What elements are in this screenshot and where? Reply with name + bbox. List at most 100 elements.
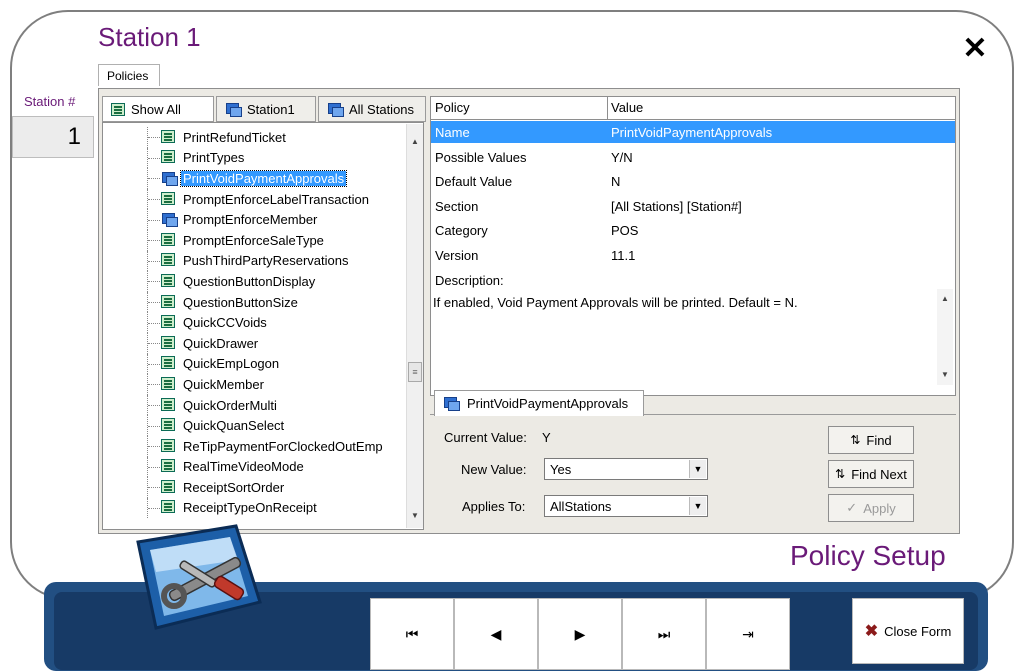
row-key: Possible Values <box>435 150 527 165</box>
previous-record-button[interactable]: ◀ <box>454 598 538 670</box>
apply-button[interactable]: ✓ Apply <box>828 494 914 522</box>
scroll-thumb[interactable]: ≡ <box>408 362 422 382</box>
tree-item[interactable]: QuickDrawer <box>103 332 403 354</box>
row-value: [All Stations] [Station#] <box>611 199 742 214</box>
policy-tree[interactable]: PrintRefundTicket PrintTypes PrintVoidPa… <box>102 122 424 530</box>
tree-item-label: QuestionButtonSize <box>183 294 298 310</box>
tree-item[interactable]: PrintTypes <box>103 147 403 169</box>
stations-icon <box>443 396 460 411</box>
policy-icon <box>161 459 175 473</box>
tree-item[interactable]: QuickEmpLogon <box>103 353 403 375</box>
policy-icon <box>161 253 175 267</box>
next-icon: ▶ <box>574 625 586 642</box>
last-record-button[interactable]: ⏭ <box>622 598 706 670</box>
tree-item-selected[interactable]: PrintVoidPaymentApprovals <box>103 168 403 189</box>
tree-item-label: PromptEnforceSaleType <box>183 232 324 248</box>
table-row[interactable]: Category POS <box>431 219 955 241</box>
tree-item[interactable]: QuestionButtonDisplay <box>103 271 403 292</box>
tree-item[interactable]: QuestionButtonSize <box>103 291 403 313</box>
applies-to-label: Applies To: <box>462 499 526 514</box>
tree-item[interactable]: PromptEnforceSaleType <box>103 229 403 251</box>
table-header: Policy Value <box>431 97 955 120</box>
current-value: Y <box>542 430 551 445</box>
row-key: Name <box>435 125 470 140</box>
chevron-down-icon[interactable]: ▼ <box>689 497 706 515</box>
tree-item-label: RealTimeVideoMode <box>183 459 304 475</box>
tab-station1-label: Station1 <box>247 101 295 117</box>
tree-item[interactable]: QuickCCVoids <box>103 312 403 333</box>
tree-item[interactable]: PrintRefundTicket <box>103 127 403 148</box>
table-row[interactable]: Section [All Stations] [Station#] <box>431 195 955 217</box>
last-icon: ⏭ <box>657 625 671 642</box>
scroll-up-icon[interactable]: ▲ <box>407 134 423 150</box>
station-number: 1 <box>12 116 94 158</box>
tree-item-label: QuickQuanSelect <box>183 418 285 434</box>
table-row[interactable]: Possible Values Y/N <box>431 146 955 168</box>
column-header-value[interactable]: Value <box>611 100 643 115</box>
tree-items: PrintRefundTicket PrintTypes PrintVoidPa… <box>103 127 403 519</box>
policy-icon <box>161 479 175 493</box>
tree-item-label: PrintRefundTicket <box>183 129 286 145</box>
tree-item-label: PushThirdPartyReservations <box>183 253 349 269</box>
row-value: POS <box>611 223 639 238</box>
tools-logo-icon <box>136 524 262 630</box>
row-value: N <box>611 174 621 189</box>
find-next-button-label: Find Next <box>851 466 907 482</box>
applies-to-selected: AllStations <box>550 499 612 514</box>
close-icon[interactable]: ✕ <box>958 34 992 64</box>
applies-to-select[interactable]: AllStations ▼ <box>544 495 708 517</box>
table-row[interactable]: Name PrintVoidPaymentApprovals <box>431 121 955 143</box>
scroll-down-icon[interactable]: ▼ <box>937 367 953 383</box>
tree-item[interactable]: QuickQuanSelect <box>103 415 403 436</box>
station-number-label: Station # <box>24 94 76 109</box>
tree-item-label: QuickOrderMulti <box>183 397 277 413</box>
tree-scrollbar[interactable]: ▲ ≡ ▼ <box>406 124 423 528</box>
tab-policy-editor[interactable]: PrintVoidPaymentApprovals <box>434 390 644 416</box>
tree-item[interactable]: ReceiptSortOrder <box>103 477 403 498</box>
first-record-button[interactable]: ⏮ <box>370 598 454 670</box>
tab-policies[interactable]: Policies <box>98 64 160 86</box>
new-value-select[interactable]: Yes ▼ <box>544 458 708 480</box>
tab-station1[interactable]: Station1 <box>216 96 316 122</box>
policy-icon <box>161 150 175 164</box>
tab-all-stations[interactable]: All Stations <box>318 96 426 122</box>
tree-item[interactable]: ReTipPaymentForClockedOutEmp <box>103 435 403 457</box>
tree-item[interactable]: QuickOrderMulti <box>103 394 403 416</box>
policy-icon <box>161 294 175 308</box>
next-record-button[interactable]: ▶ <box>538 598 622 670</box>
stations-icon <box>161 212 178 228</box>
tab-end-button[interactable]: ⇥ <box>706 598 790 670</box>
description-scrollbar[interactable]: ▲ ▼ <box>937 289 953 385</box>
policy-icon <box>161 315 175 329</box>
scroll-down-icon[interactable]: ▼ <box>407 508 423 524</box>
find-button[interactable]: ⇅ Find <box>828 426 914 454</box>
chevron-down-icon[interactable]: ▼ <box>689 460 706 478</box>
description-text: If enabled, Void Payment Approvals will … <box>433 295 798 310</box>
tree-item[interactable]: PromptEnforceLabelTransaction <box>103 188 403 210</box>
stations-icon <box>327 102 344 117</box>
tree-item[interactable]: PushThirdPartyReservations <box>103 250 403 272</box>
close-form-button[interactable]: ✖ Close Form <box>852 598 964 664</box>
tree-item[interactable]: ReceiptTypeOnReceipt <box>103 497 403 519</box>
new-value-selected: Yes <box>550 462 572 477</box>
tree-item-label: QuickMember <box>183 376 264 392</box>
tree-item-label: PrintTypes <box>183 150 245 166</box>
tree-item[interactable]: QuickMember <box>103 374 403 395</box>
tab-show-all[interactable]: Show All <box>102 96 214 122</box>
policy-icon <box>161 273 175 287</box>
find-icon: ⇅ <box>850 433 861 447</box>
policy-icon <box>161 232 175 246</box>
tree-item[interactable]: PromptEnforceMember <box>103 209 403 230</box>
row-value: Y/N <box>611 150 633 165</box>
policy-icon <box>161 397 175 411</box>
first-icon: ⏮ <box>405 625 419 642</box>
tab-show-all-label: Show All <box>131 101 181 117</box>
scroll-up-icon[interactable]: ▲ <box>937 291 953 307</box>
table-row[interactable]: Version 11.1 <box>431 244 955 266</box>
column-header-policy[interactable]: Policy <box>435 100 470 115</box>
find-next-button[interactable]: ⇅ Find Next <box>828 460 914 488</box>
tree-item[interactable]: RealTimeVideoMode <box>103 456 403 478</box>
find-next-icon: ⇅ <box>835 467 846 481</box>
table-row[interactable]: Default Value N <box>431 170 955 192</box>
previous-icon: ◀ <box>490 625 502 642</box>
